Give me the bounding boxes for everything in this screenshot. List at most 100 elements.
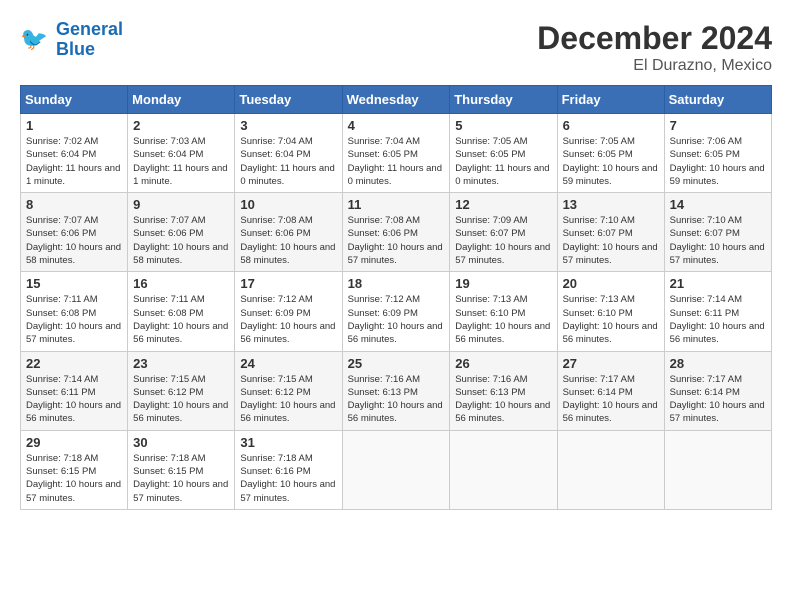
- title-section: December 2024 El Durazno, Mexico: [537, 20, 772, 75]
- calendar-day-24: 24 Sunrise: 7:15 AM Sunset: 6:12 PM Dayli…: [235, 351, 342, 430]
- day-info: Sunrise: 7:09 AM Sunset: 6:07 PM Dayligh…: [455, 214, 551, 267]
- day-info: Sunrise: 7:07 AM Sunset: 6:06 PM Dayligh…: [26, 214, 122, 267]
- day-number: 25: [348, 356, 445, 371]
- calendar-day-26: 26 Sunrise: 7:16 AM Sunset: 6:13 PM Dayli…: [450, 351, 557, 430]
- subtitle: El Durazno, Mexico: [537, 57, 772, 75]
- calendar-day-17: 17Sunrise: 7:12 AM Sunset: 6:09 PM Dayli…: [235, 272, 342, 351]
- calendar-day-16: 16Sunrise: 7:11 AM Sunset: 6:08 PM Dayli…: [128, 272, 235, 351]
- day-info: Sunrise: 7:17 AM Sunset: 6:14 PM Dayligh…: [670, 373, 766, 426]
- calendar-header-thursday: Thursday: [450, 86, 557, 114]
- calendar-day-13: 13 Sunrise: 7:10 AM Sunset: 6:07 PM Dayli…: [557, 193, 664, 272]
- calendar-day-29: 29 Sunrise: 7:18 AM Sunset: 6:15 PM Dayli…: [21, 430, 128, 509]
- day-number: 7: [670, 118, 766, 133]
- calendar-day-3: 3 Sunrise: 7:04 AM Sunset: 6:04 PM Daylig…: [235, 114, 342, 193]
- calendar-day-1: 1 Sunrise: 7:02 AM Sunset: 6:04 PM Daylig…: [21, 114, 128, 193]
- calendar-day-5: 5Sunrise: 7:05 AM Sunset: 6:05 PM Daylig…: [450, 114, 557, 193]
- calendar-header-sunday: Sunday: [21, 86, 128, 114]
- day-number: 22: [26, 356, 122, 371]
- logo: 🐦 General Blue: [20, 20, 123, 60]
- calendar-empty-cell: [557, 430, 664, 509]
- day-number: 1: [26, 118, 122, 133]
- header: 🐦 General Blue December 2024 El Durazno,…: [20, 20, 772, 75]
- day-info: Sunrise: 7:11 AM Sunset: 6:08 PM Dayligh…: [26, 293, 122, 346]
- day-number: 26: [455, 356, 551, 371]
- day-info: Sunrise: 7:04 AM Sunset: 6:04 PM Dayligh…: [240, 135, 336, 188]
- calendar-day-4: 4 Sunrise: 7:04 AM Sunset: 6:05 PM Daylig…: [342, 114, 450, 193]
- day-number: 23: [133, 356, 229, 371]
- calendar-day-12: 12 Sunrise: 7:09 AM Sunset: 6:07 PM Dayli…: [450, 193, 557, 272]
- calendar-week-row: 29 Sunrise: 7:18 AM Sunset: 6:15 PM Dayli…: [21, 430, 772, 509]
- calendar-day-19: 19 Sunrise: 7:13 AM Sunset: 6:10 PM Dayli…: [450, 272, 557, 351]
- calendar-day-23: 23 Sunrise: 7:15 AM Sunset: 6:12 PM Dayli…: [128, 351, 235, 430]
- day-info: Sunrise: 7:04 AM Sunset: 6:05 PM Dayligh…: [348, 135, 445, 188]
- calendar-header-saturday: Saturday: [664, 86, 771, 114]
- day-info: Sunrise: 7:13 AM Sunset: 6:10 PM Dayligh…: [455, 293, 551, 346]
- calendar-header-tuesday: Tuesday: [235, 86, 342, 114]
- day-number: 4: [348, 118, 445, 133]
- calendar-empty-cell: [664, 430, 771, 509]
- day-info: Sunrise: 7:13 AM Sunset: 6:10 PM Dayligh…: [563, 293, 659, 346]
- day-info: Sunrise: 7:10 AM Sunset: 6:07 PM Dayligh…: [563, 214, 659, 267]
- calendar-day-22: 22 Sunrise: 7:14 AM Sunset: 6:11 PM Dayli…: [21, 351, 128, 430]
- day-info: Sunrise: 7:14 AM Sunset: 6:11 PM Dayligh…: [670, 293, 766, 346]
- day-number: 27: [563, 356, 659, 371]
- day-number: 12: [455, 197, 551, 212]
- calendar-day-27: 27 Sunrise: 7:17 AM Sunset: 6:14 PM Dayli…: [557, 351, 664, 430]
- day-info: Sunrise: 7:18 AM Sunset: 6:15 PM Dayligh…: [26, 452, 122, 505]
- day-number: 21: [670, 276, 766, 291]
- calendar-day-28: 28 Sunrise: 7:17 AM Sunset: 6:14 PM Dayli…: [664, 351, 771, 430]
- calendar-empty-cell: [342, 430, 450, 509]
- day-number: 24: [240, 356, 336, 371]
- main-title: December 2024: [537, 20, 772, 57]
- calendar-day-21: 21 Sunrise: 7:14 AM Sunset: 6:11 PM Dayli…: [664, 272, 771, 351]
- day-number: 31: [240, 435, 336, 450]
- calendar-day-9: 9 Sunrise: 7:07 AM Sunset: 6:06 PM Daylig…: [128, 193, 235, 272]
- day-number: 6: [563, 118, 659, 133]
- day-info: Sunrise: 7:10 AM Sunset: 6:07 PM Dayligh…: [670, 214, 766, 267]
- day-number: 2: [133, 118, 229, 133]
- calendar-day-11: 11Sunrise: 7:08 AM Sunset: 6:06 PM Dayli…: [342, 193, 450, 272]
- day-info: Sunrise: 7:16 AM Sunset: 6:13 PM Dayligh…: [455, 373, 551, 426]
- day-number: 9: [133, 197, 229, 212]
- calendar-day-14: 14 Sunrise: 7:10 AM Sunset: 6:07 PM Dayli…: [664, 193, 771, 272]
- day-info: Sunrise: 7:15 AM Sunset: 6:12 PM Dayligh…: [133, 373, 229, 426]
- calendar-day-20: 20Sunrise: 7:13 AM Sunset: 6:10 PM Dayli…: [557, 272, 664, 351]
- calendar-week-row: 22 Sunrise: 7:14 AM Sunset: 6:11 PM Dayli…: [21, 351, 772, 430]
- day-number: 28: [670, 356, 766, 371]
- day-info: Sunrise: 7:15 AM Sunset: 6:12 PM Dayligh…: [240, 373, 336, 426]
- day-info: Sunrise: 7:08 AM Sunset: 6:06 PM Dayligh…: [240, 214, 336, 267]
- logo-icon: 🐦: [20, 24, 52, 56]
- day-number: 30: [133, 435, 229, 450]
- day-info: Sunrise: 7:02 AM Sunset: 6:04 PM Dayligh…: [26, 135, 122, 188]
- day-info: Sunrise: 7:07 AM Sunset: 6:06 PM Dayligh…: [133, 214, 229, 267]
- day-info: Sunrise: 7:18 AM Sunset: 6:16 PM Dayligh…: [240, 452, 336, 505]
- calendar-week-row: 15 Sunrise: 7:11 AM Sunset: 6:08 PM Dayli…: [21, 272, 772, 351]
- calendar-header-monday: Monday: [128, 86, 235, 114]
- day-number: 14: [670, 197, 766, 212]
- day-info: Sunrise: 7:12 AM Sunset: 6:09 PM Dayligh…: [348, 293, 445, 346]
- day-number: 13: [563, 197, 659, 212]
- day-number: 29: [26, 435, 122, 450]
- svg-text:🐦: 🐦: [20, 26, 48, 51]
- day-info: Sunrise: 7:05 AM Sunset: 6:05 PM Dayligh…: [455, 135, 551, 188]
- calendar-header-friday: Friday: [557, 86, 664, 114]
- day-info: Sunrise: 7:14 AM Sunset: 6:11 PM Dayligh…: [26, 373, 122, 426]
- day-number: 18: [348, 276, 445, 291]
- day-info: Sunrise: 7:18 AM Sunset: 6:15 PM Dayligh…: [133, 452, 229, 505]
- day-info: Sunrise: 7:08 AM Sunset: 6:06 PM Dayligh…: [348, 214, 445, 267]
- day-number: 10: [240, 197, 336, 212]
- day-info: Sunrise: 7:17 AM Sunset: 6:14 PM Dayligh…: [563, 373, 659, 426]
- calendar-day-30: 30 Sunrise: 7:18 AM Sunset: 6:15 PM Dayli…: [128, 430, 235, 509]
- day-number: 15: [26, 276, 122, 291]
- calendar-day-6: 6Sunrise: 7:05 AM Sunset: 6:05 PM Daylig…: [557, 114, 664, 193]
- day-number: 3: [240, 118, 336, 133]
- day-number: 19: [455, 276, 551, 291]
- calendar-day-10: 10 Sunrise: 7:08 AM Sunset: 6:06 PM Dayli…: [235, 193, 342, 272]
- calendar-day-18: 18 Sunrise: 7:12 AM Sunset: 6:09 PM Dayli…: [342, 272, 450, 351]
- calendar-header-wednesday: Wednesday: [342, 86, 450, 114]
- day-info: Sunrise: 7:16 AM Sunset: 6:13 PM Dayligh…: [348, 373, 445, 426]
- day-number: 16: [133, 276, 229, 291]
- calendar-day-7: 7Sunrise: 7:06 AM Sunset: 6:05 PM Daylig…: [664, 114, 771, 193]
- calendar-empty-cell: [450, 430, 557, 509]
- day-info: Sunrise: 7:12 AM Sunset: 6:09 PM Dayligh…: [240, 293, 336, 346]
